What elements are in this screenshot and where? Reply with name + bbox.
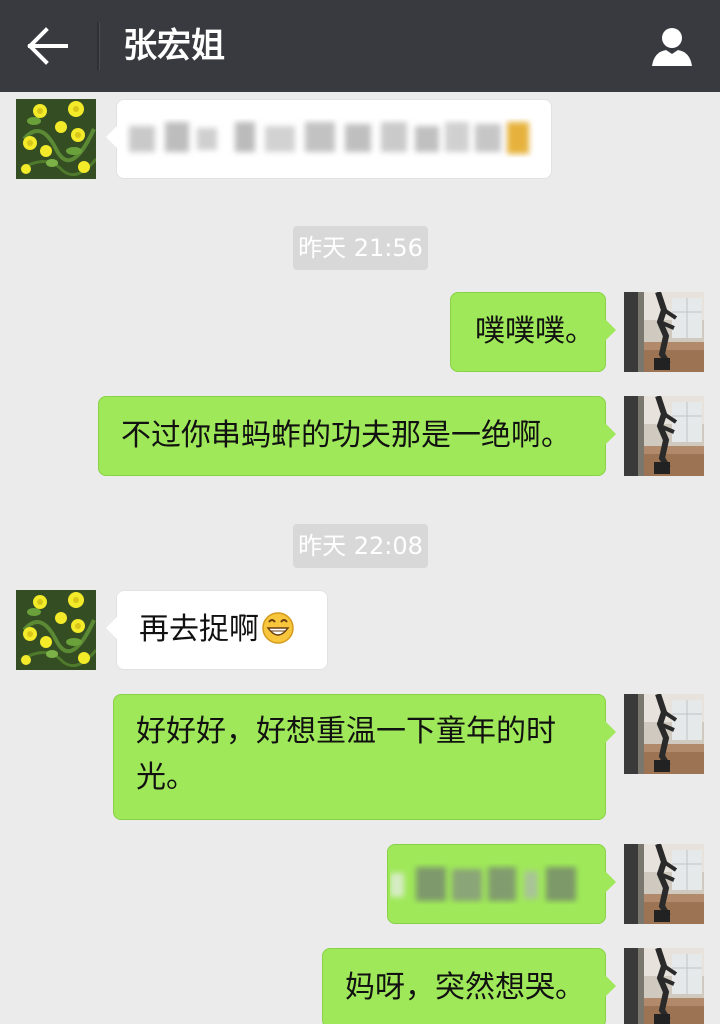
- my-avatar[interactable]: [624, 694, 704, 774]
- chat-area[interactable]: 昨天 21:56 噗噗噗。 不过你串蚂蚱的功夫那是一绝啊。 昨天 22:08 再…: [0, 92, 720, 1024]
- received-message[interactable]: 再去捉啊: [106, 590, 328, 670]
- timestamp: 昨天 21:56: [293, 226, 428, 270]
- sent-message[interactable]: 噗噗噗。: [450, 292, 616, 372]
- blurred-content: [390, 867, 576, 901]
- chat-title: 张宏姐: [123, 26, 225, 66]
- timestamp: 昨天 22:08: [293, 524, 428, 568]
- sent-message[interactable]: 好好好，好想重温一下童年的时光。: [113, 694, 616, 820]
- my-avatar[interactable]: [624, 844, 704, 924]
- my-avatar[interactable]: [624, 948, 704, 1024]
- person-icon[interactable]: [650, 24, 694, 68]
- received-message-blurred[interactable]: [106, 99, 552, 179]
- message-text: 再去捉啊: [139, 612, 259, 647]
- grinning-face-icon: [262, 611, 294, 644]
- top-bar: 张宏姐: [0, 0, 720, 92]
- sent-message-blurred[interactable]: [387, 844, 616, 924]
- header-divider: [97, 22, 99, 70]
- my-avatar[interactable]: [624, 396, 704, 476]
- arrow-left-icon[interactable]: [26, 26, 70, 66]
- contact-avatar[interactable]: [16, 590, 96, 670]
- sent-message[interactable]: 妈呀，突然想哭。: [322, 948, 616, 1024]
- sent-message[interactable]: 不过你串蚂蚱的功夫那是一绝啊。: [98, 396, 616, 476]
- blurred-content: [129, 122, 529, 154]
- my-avatar[interactable]: [624, 292, 704, 372]
- contact-avatar[interactable]: [16, 99, 96, 179]
